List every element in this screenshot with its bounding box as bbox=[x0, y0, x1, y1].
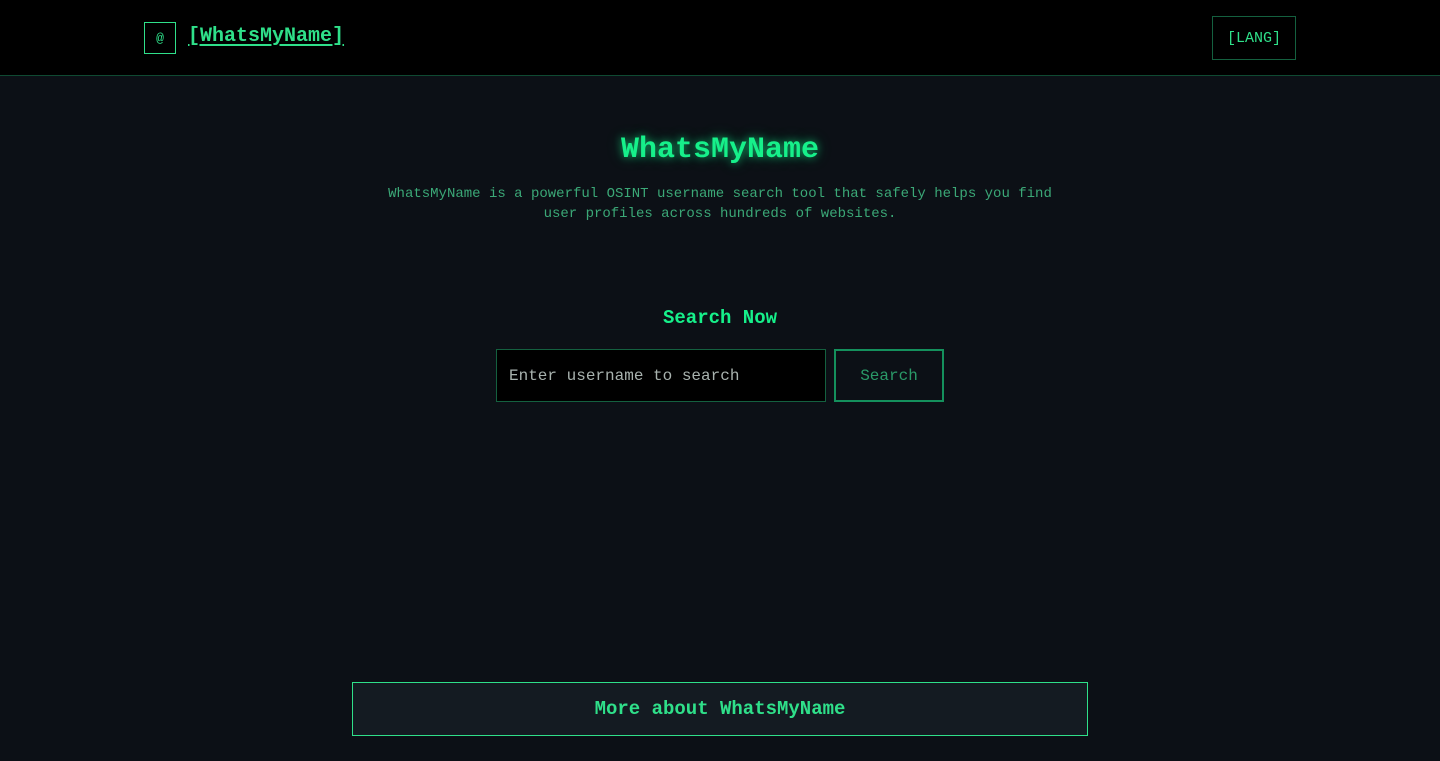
search-button[interactable]: Search bbox=[834, 349, 944, 402]
search-heading: Search Now bbox=[662, 307, 778, 329]
language-button[interactable]: [LANG] bbox=[1212, 16, 1296, 60]
site-logo-link[interactable]: [WhatsMyName] bbox=[188, 24, 344, 50]
page-description: WhatsMyName is a powerful OSINT username… bbox=[388, 186, 1052, 222]
username-search-input[interactable] bbox=[496, 349, 826, 402]
at-sign-icon[interactable]: @ bbox=[144, 22, 176, 54]
more-about-button[interactable]: More about WhatsMyName bbox=[352, 682, 1088, 736]
top-navbar: @ [WhatsMyName] [LANG] bbox=[0, 0, 1440, 76]
page-title: WhatsMyName bbox=[620, 133, 820, 167]
